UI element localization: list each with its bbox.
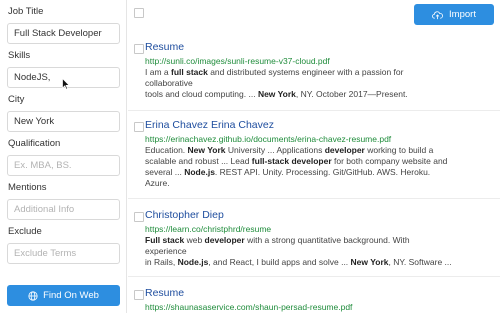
qualification-label: Qualification bbox=[8, 138, 61, 149]
find-on-web-label: Find On Web bbox=[43, 290, 99, 301]
exclude-input[interactable] bbox=[7, 243, 120, 264]
result-url[interactable]: https://shaunasaservice.com/shaun-persad… bbox=[145, 302, 352, 312]
result-snippet: I am a full stack and distributed system… bbox=[145, 67, 465, 100]
result-checkbox[interactable] bbox=[134, 44, 144, 54]
snippet-line: Education. New York University ... Appli… bbox=[145, 145, 434, 155]
result-snippet: Education. New York University ... Appli… bbox=[145, 145, 465, 189]
result-checkbox[interactable] bbox=[134, 122, 144, 132]
result-divider bbox=[128, 110, 500, 111]
import-label: Import bbox=[449, 9, 476, 20]
result-checkbox[interactable] bbox=[134, 290, 144, 300]
snippet-line: Azure. bbox=[145, 178, 170, 188]
result-url[interactable]: https://erinachavez.github.io/documents/… bbox=[145, 134, 391, 144]
snippet-line: in Rails, Node.js, and React, I build ap… bbox=[145, 257, 452, 267]
result-divider bbox=[128, 276, 500, 277]
city-label: City bbox=[8, 94, 25, 105]
snippet-line: tools and cloud computing. ... New York,… bbox=[145, 89, 408, 99]
skills-label: Skills bbox=[8, 50, 31, 61]
exclude-label: Exclude bbox=[8, 226, 42, 237]
result-title-link[interactable]: Christopher Diep bbox=[145, 209, 224, 221]
result-checkbox[interactable] bbox=[134, 212, 144, 222]
search-sidebar: Job Title Skills City Qualification Ment… bbox=[0, 0, 127, 313]
result-title-link[interactable]: Resume bbox=[145, 287, 184, 299]
result-divider bbox=[128, 198, 500, 199]
result-title-link[interactable]: Resume bbox=[145, 41, 184, 53]
mentions-label: Mentions bbox=[8, 182, 47, 193]
snippet-line: several ... Node.js. REST API. Unity. Pr… bbox=[145, 167, 431, 177]
import-button[interactable]: Import bbox=[414, 4, 494, 25]
job-title-label: Job Title bbox=[8, 6, 44, 17]
result-url[interactable]: https://learn.co/christphrd/resume bbox=[145, 224, 271, 234]
snippet-line: experience bbox=[145, 246, 187, 256]
job-title-input[interactable] bbox=[7, 23, 120, 44]
find-on-web-button[interactable]: Find On Web bbox=[7, 285, 120, 306]
mentions-input[interactable] bbox=[7, 199, 120, 220]
qualification-input[interactable] bbox=[7, 155, 120, 176]
snippet-line: Full stack web developer with a strong q… bbox=[145, 235, 410, 245]
snippet-line: scalable and robust ... Lead full-stack … bbox=[145, 156, 448, 166]
mouse-cursor-icon bbox=[62, 78, 70, 90]
result-snippet: Full stack web developer with a strong q… bbox=[145, 235, 465, 268]
result-title-link[interactable]: Erina Chavez Erina Chavez bbox=[145, 119, 274, 131]
snippet-line: collaborative bbox=[145, 78, 193, 88]
select-all-checkbox[interactable] bbox=[134, 8, 144, 18]
globe-icon bbox=[28, 290, 38, 301]
result-url[interactable]: http://sunli.co/images/sunli-resume-v37-… bbox=[145, 56, 330, 66]
city-input[interactable] bbox=[7, 111, 120, 132]
results-panel: Import Resume http://sunli.co/images/sun… bbox=[128, 0, 500, 313]
snippet-line: I am a full stack and distributed system… bbox=[145, 67, 404, 77]
cloud-upload-icon bbox=[432, 10, 443, 19]
